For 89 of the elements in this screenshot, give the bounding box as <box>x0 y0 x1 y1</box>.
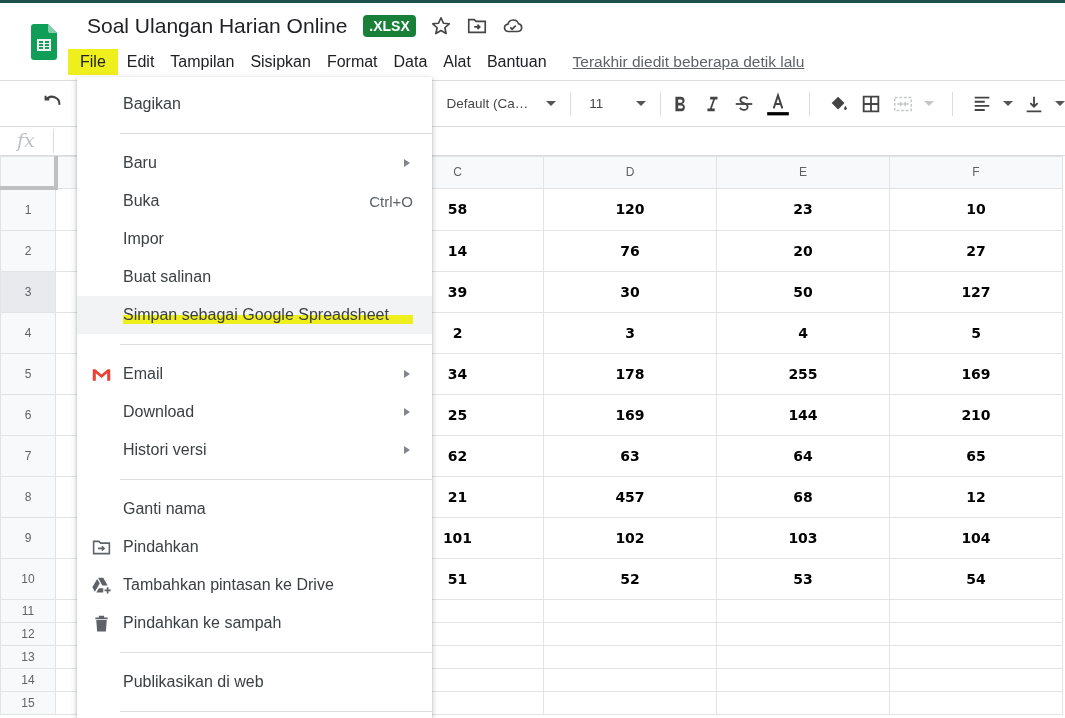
column-header[interactable]: F <box>889 156 1063 188</box>
table-cell: 64 <box>716 435 890 477</box>
table-cell: 20 <box>716 230 890 272</box>
table-cell: 102 <box>543 517 717 559</box>
table-cell: 52 <box>543 558 717 600</box>
row-header[interactable]: 2 <box>0 230 56 272</box>
table-cell: 120 <box>543 188 717 231</box>
menu-item-label: Bagikan <box>123 95 182 113</box>
row-header[interactable]: 11 <box>0 599 56 623</box>
document-title[interactable]: Soal Ulangan Harian Online <box>87 14 348 38</box>
table-cell: 53 <box>716 558 890 600</box>
menu-bar-item[interactable]: Bantuan <box>479 49 554 75</box>
menu-item-label: Baru <box>123 154 158 172</box>
menu-bar-item[interactable]: Data <box>386 49 435 75</box>
row-header[interactable]: 1 <box>0 188 56 231</box>
file-type-badge: .XLSX <box>363 15 416 37</box>
table-cell: 68 <box>716 476 890 518</box>
menu-item-label: Buka <box>123 192 161 210</box>
row-header[interactable]: 4 <box>0 312 56 354</box>
column-header[interactable]: D <box>543 156 717 188</box>
menu-item-label: Histori versi <box>123 441 208 459</box>
row-header[interactable]: 13 <box>0 645 56 669</box>
menu-item-label: Impor <box>123 230 165 248</box>
menu-bar-item[interactable]: Tampilan <box>163 49 242 75</box>
table-cell: 63 <box>543 435 717 477</box>
table-cell: 104 <box>889 517 1063 559</box>
font-dropdown[interactable]: Default (Ca… <box>436 88 563 119</box>
table-cell: 4 <box>716 312 890 354</box>
row-header[interactable]: 6 <box>0 394 56 436</box>
menu-item-label: Buat salinan <box>123 268 213 286</box>
menu-item-label: Simpan sebagai Google Spreadsheet <box>123 306 413 324</box>
menu-bar-item[interactable]: Format <box>319 49 385 75</box>
row-header[interactable]: 3 <box>0 271 56 313</box>
shortcut-text: Ctrl+O <box>369 192 413 210</box>
caret-icon <box>924 101 934 106</box>
table-cell: 103 <box>716 517 890 559</box>
table-cell: 457 <box>543 476 717 518</box>
table-cell: 5 <box>889 312 1063 354</box>
table-cell: 3 <box>543 312 717 354</box>
menu-item[interactable]: Simpan sebagai Google Spreadsheet <box>77 296 432 334</box>
row-header[interactable]: 12 <box>0 622 56 646</box>
table-cell: 23 <box>716 188 890 231</box>
menu-item[interactable]: Pindahkan ke sampah <box>77 604 432 642</box>
table-cell: 27 <box>889 230 1063 272</box>
table-cell: 169 <box>889 353 1063 395</box>
drive-add-icon <box>91 575 112 596</box>
row-header[interactable]: 9 <box>0 517 56 559</box>
table-cell: 178 <box>543 353 717 395</box>
table-cell: 210 <box>889 394 1063 436</box>
table-cell: 50 <box>716 271 890 313</box>
table-cell: 144 <box>716 394 890 436</box>
menu-item-label: Email <box>123 365 164 383</box>
last-edit-link[interactable]: Terakhir diedit beberapa detik lalu <box>572 53 805 71</box>
table-cell: 169 <box>543 394 717 436</box>
caret-icon[interactable] <box>1055 101 1065 106</box>
row-header[interactable]: 8 <box>0 476 56 518</box>
menu-item-label: Tambahkan pintasan ke Drive <box>123 576 335 594</box>
caret-icon <box>546 101 557 106</box>
menu-bar-item[interactable]: Edit <box>119 49 162 75</box>
menu-item[interactable]: Bagikan <box>77 85 432 123</box>
table-cell: 30 <box>543 271 717 313</box>
menu-item-label: Pindahkan <box>123 538 200 556</box>
row-header[interactable]: 14 <box>0 668 56 692</box>
menu-item-label: Publikasikan di web <box>123 673 265 691</box>
row-header[interactable]: 10 <box>0 558 56 600</box>
menu-item-label: Ganti nama <box>123 500 207 518</box>
formula-label: fx <box>0 129 54 153</box>
table-cell: 10 <box>889 188 1063 231</box>
table-cell: 54 <box>889 558 1063 600</box>
table-cell: 255 <box>716 353 890 395</box>
caret-icon[interactable] <box>1003 101 1013 106</box>
star-icon[interactable] <box>429 15 452 37</box>
menu-bar-item[interactable]: Sisipkan <box>243 49 318 75</box>
font-size-dropdown[interactable]: 11 <box>579 88 653 119</box>
table-cell: 12 <box>889 476 1063 518</box>
menu-bar-item[interactable]: File <box>68 49 118 75</box>
menu-item-label: Download <box>123 403 196 421</box>
row-header[interactable]: 5 <box>0 353 56 395</box>
menu-item-label: Pindahkan ke sampah <box>123 614 283 632</box>
sheets-logo-icon[interactable] <box>30 24 57 60</box>
menu-item[interactable]: Publikasikan di web <box>77 663 432 701</box>
row-header[interactable]: 7 <box>0 435 56 477</box>
row-header[interactable]: 15 <box>0 691 56 715</box>
table-cell: 127 <box>889 271 1063 313</box>
menu-bar-item[interactable]: Alat <box>436 49 478 75</box>
column-header[interactable]: E <box>716 156 890 188</box>
table-cell: 65 <box>889 435 1063 477</box>
table-cell: 76 <box>543 230 717 272</box>
caret-icon <box>636 101 647 106</box>
